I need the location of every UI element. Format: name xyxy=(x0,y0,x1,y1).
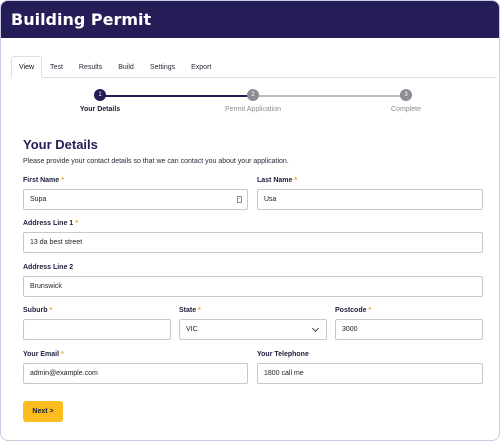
app-window: Building Permit View Test Results Build … xyxy=(0,0,500,441)
contact-card-icon[interactable] xyxy=(237,196,242,203)
address-line-2-group: Address Line 2 Brunswick xyxy=(23,264,483,297)
first-name-value: Supa xyxy=(30,196,47,203)
form-intro: Your Details Please provide your contact… xyxy=(23,137,483,165)
postcode-label: Postcode * xyxy=(335,307,372,314)
telephone-group: Your Telephone 1800 call me xyxy=(257,351,483,384)
step-label: Complete xyxy=(391,106,421,113)
email-value: admin@example.com xyxy=(30,370,98,377)
form-title: Your Details xyxy=(23,137,98,152)
address-line-1-label: Address Line 1 * xyxy=(23,220,78,227)
state-value: VIC xyxy=(186,326,198,333)
app-header: Building Permit xyxy=(1,1,499,38)
form-description: Please provide your contact details so t… xyxy=(23,158,289,165)
tab-view[interactable]: View xyxy=(11,56,43,78)
step-number-badge: 3 xyxy=(400,89,412,101)
required-marker: * xyxy=(198,307,201,314)
postcode-group: Postcode * 3000 xyxy=(335,307,483,340)
progress-stepper: 1 Your Details 2 Permit Application 3 Co… xyxy=(1,89,499,119)
chevron-down-icon xyxy=(311,324,320,333)
step-permit-application: 2 Permit Application xyxy=(193,89,313,113)
tab-bar: View Test Results Build Settings Export xyxy=(11,56,497,78)
address-line-2-label: Address Line 2 xyxy=(23,264,74,271)
required-marker: * xyxy=(368,307,372,314)
required-marker: * xyxy=(49,307,53,314)
step-number-badge: 1 xyxy=(94,89,106,101)
telephone-value: 1800 call me xyxy=(264,370,304,377)
address-line-2-field[interactable]: Brunswick xyxy=(23,276,483,297)
state-group: State * VIC xyxy=(179,307,327,340)
first-name-label: First Name * xyxy=(23,177,64,184)
last-name-value: Usa xyxy=(264,196,277,203)
step-label: Your Details xyxy=(79,106,121,113)
first-name-group: First Name * Supa xyxy=(23,177,248,210)
last-name-group: Last Name * Usa xyxy=(257,177,483,210)
step-your-details: 1 Your Details xyxy=(40,89,160,113)
telephone-field[interactable]: 1800 call me xyxy=(257,363,483,384)
tab-results[interactable]: Results xyxy=(71,57,110,77)
tab-settings[interactable]: Settings xyxy=(142,57,183,77)
step-number-badge: 2 xyxy=(247,89,259,101)
next-button[interactable]: Next > xyxy=(23,401,63,422)
postcode-value: 3000 xyxy=(342,326,358,333)
last-name-label: Last Name * xyxy=(257,177,298,184)
email-field[interactable]: admin@example.com xyxy=(23,363,248,384)
email-group: Your Email * admin@example.com xyxy=(23,351,248,384)
required-marker: * xyxy=(75,220,78,227)
address-line-1-group: Address Line 1 * 13 da best street xyxy=(23,220,483,253)
required-marker: * xyxy=(61,351,64,358)
app-title: Building Permit xyxy=(11,10,152,29)
step-label: Permit Application xyxy=(224,106,282,113)
postcode-field[interactable]: 3000 xyxy=(335,319,483,340)
email-label: Your Email * xyxy=(23,351,64,358)
suburb-label: Suburb * xyxy=(23,307,53,314)
state-select[interactable]: VIC xyxy=(179,319,327,340)
suburb-group: Suburb * xyxy=(23,307,171,340)
address-line-1-field[interactable]: 13 da best street xyxy=(23,232,483,253)
step-complete: 3 Complete xyxy=(346,89,466,113)
address-line-1-value: 13 da best street xyxy=(30,239,83,246)
tab-test[interactable]: Test xyxy=(42,57,71,77)
suburb-field[interactable] xyxy=(23,319,171,340)
telephone-label: Your Telephone xyxy=(257,351,309,358)
tab-export[interactable]: Export xyxy=(183,57,219,77)
state-label: State * xyxy=(179,307,201,314)
required-marker: * xyxy=(61,177,64,184)
required-marker: * xyxy=(294,177,298,184)
tab-build[interactable]: Build xyxy=(110,57,142,77)
first-name-field[interactable]: Supa xyxy=(23,189,248,210)
address-line-2-value: Brunswick xyxy=(30,283,62,290)
last-name-field[interactable]: Usa xyxy=(257,189,483,210)
